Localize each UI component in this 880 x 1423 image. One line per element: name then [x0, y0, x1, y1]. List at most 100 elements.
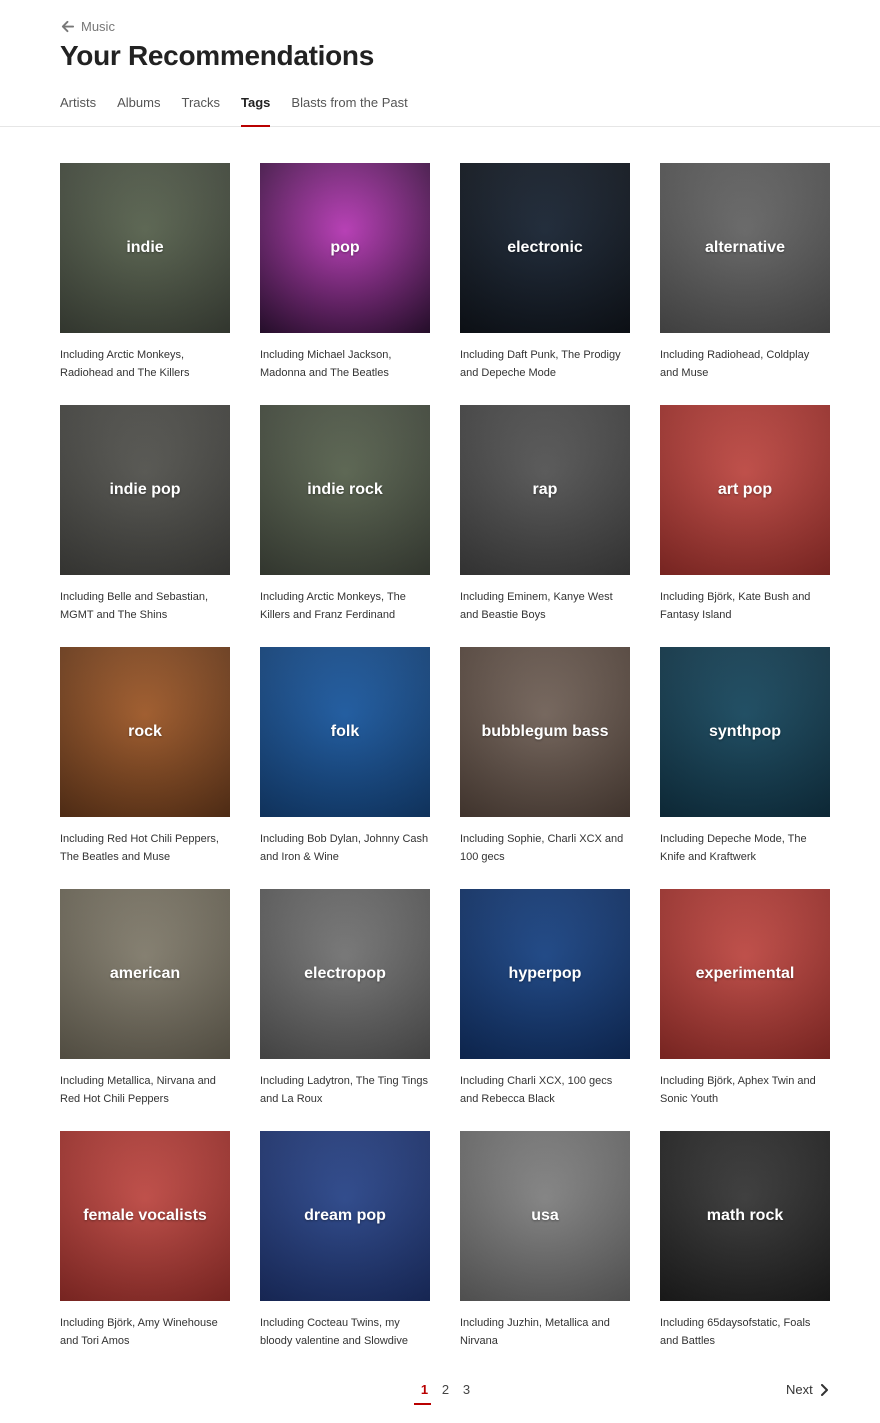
- tag-name[interactable]: synthpop: [703, 723, 787, 741]
- tag-card[interactable]: experimental Including Björk, Aphex Twin …: [660, 889, 830, 1131]
- tag-name[interactable]: experimental: [690, 965, 801, 983]
- tag-image[interactable]: math rock: [660, 1131, 830, 1301]
- tag-name[interactable]: dream pop: [298, 1207, 392, 1225]
- tag-name[interactable]: math rock: [701, 1207, 789, 1225]
- tab-albums[interactable]: Albums: [117, 94, 160, 127]
- tag-image[interactable]: hyperpop: [460, 889, 630, 1059]
- tag-card[interactable]: bubblegum bass Including Sophie, Charli X…: [460, 647, 630, 889]
- tag-description: Including Red Hot Chili Peppers, The Bea…: [60, 833, 219, 863]
- page-title: Your Recommendations: [60, 40, 374, 71]
- tag-description: Including Björk, Aphex Twin and Sonic Yo…: [660, 1075, 816, 1105]
- tag-image[interactable]: indie rock: [260, 405, 430, 575]
- tag-name[interactable]: bubblegum bass: [475, 723, 614, 741]
- page-2-link[interactable]: 2: [435, 1380, 456, 1405]
- tag-description: Including 65daysofstatic, Foals and Batt…: [660, 1317, 811, 1347]
- tag-image[interactable]: bubblegum bass: [460, 647, 630, 817]
- back-link[interactable]: Music: [60, 19, 115, 34]
- tag-description: Including Radiohead, Coldplay and Muse: [660, 349, 810, 379]
- tag-name[interactable]: american: [104, 965, 186, 983]
- tag-name[interactable]: pop: [324, 239, 365, 257]
- tag-image[interactable]: rock: [60, 647, 230, 817]
- tag-card[interactable]: folk Including Bob Dylan, Johnny Cash and…: [260, 647, 430, 889]
- page-3-link[interactable]: 3: [456, 1380, 477, 1405]
- tag-name[interactable]: alternative: [699, 239, 791, 257]
- page-numbers: 123: [414, 1380, 477, 1405]
- tag-description: Including Björk, Kate Bush and Fantasy I…: [660, 591, 811, 621]
- tag-description: Including Björk, Amy Winehouse and Tori …: [60, 1317, 218, 1347]
- tag-image[interactable]: electropop: [260, 889, 430, 1059]
- tag-card[interactable]: usa Including Juzhin, Metallica and Nirva…: [460, 1131, 630, 1373]
- tag-card[interactable]: math rock Including 65daysofstatic, Foals…: [660, 1131, 830, 1373]
- tag-image[interactable]: alternative: [660, 163, 830, 333]
- tag-card[interactable]: art pop Including Björk, Kate Bush and Fa…: [660, 405, 830, 647]
- tag-description: Including Sophie, Charli XCX and 100 gec…: [460, 833, 624, 863]
- tag-description: Including Bob Dylan, Johnny Cash and Iro…: [260, 833, 429, 863]
- tag-description: Including Ladytron, The Ting Tings and L…: [260, 1075, 428, 1105]
- tag-card[interactable]: indie pop Including Belle and Sebastian, …: [60, 405, 230, 647]
- tag-image[interactable]: indie: [60, 163, 230, 333]
- tab-tracks[interactable]: Tracks: [181, 94, 220, 127]
- page-1-link[interactable]: 1: [414, 1380, 435, 1405]
- tag-name[interactable]: hyperpop: [503, 965, 588, 983]
- tag-card[interactable]: rap Including Eminem, Kanye West and Beas…: [460, 405, 630, 647]
- tab-bar: Artists Albums Tracks Tags Blasts from the P…: [60, 94, 429, 127]
- tag-card[interactable]: dream pop Including Cocteau Twins, my blo…: [260, 1131, 430, 1373]
- tag-image[interactable]: experimental: [660, 889, 830, 1059]
- tab-tags[interactable]: Tags: [241, 94, 271, 127]
- tag-card[interactable]: pop Including Michael Jackson, Madonna an…: [260, 163, 430, 405]
- tag-image[interactable]: pop: [260, 163, 430, 333]
- tag-card[interactable]: female vocalists Including Björk, Amy Win…: [60, 1131, 230, 1373]
- tag-name[interactable]: indie: [120, 239, 169, 257]
- tag-name[interactable]: indie pop: [103, 481, 186, 499]
- tag-name[interactable]: rock: [122, 723, 168, 741]
- tag-description: Including Juzhin, Metallica and Nirvana: [460, 1317, 610, 1347]
- tag-image[interactable]: dream pop: [260, 1131, 430, 1301]
- tag-image[interactable]: american: [60, 889, 230, 1059]
- tag-image[interactable]: rap: [460, 405, 630, 575]
- tag-image[interactable]: art pop: [660, 405, 830, 575]
- tag-image[interactable]: indie pop: [60, 405, 230, 575]
- tag-card[interactable]: rock Including Red Hot Chili Peppers, The…: [60, 647, 230, 889]
- tag-description: Including Charli XCX, 100 gecs and Rebec…: [460, 1075, 613, 1105]
- tag-card[interactable]: hyperpop Including Charli XCX, 100 gecs a…: [460, 889, 630, 1131]
- tag-card[interactable]: alternative Including Radiohead, Coldplay…: [660, 163, 830, 405]
- tab-artists[interactable]: Artists: [60, 94, 96, 127]
- tag-name[interactable]: folk: [325, 723, 365, 741]
- tag-description: Including Arctic Monkeys, Radiohead and …: [60, 349, 190, 379]
- next-page-label: Next: [786, 1382, 813, 1397]
- tag-name[interactable]: art pop: [712, 481, 778, 499]
- tag-description: Including Belle and Sebastian, MGMT and …: [60, 591, 208, 621]
- tag-card[interactable]: electronic Including Daft Punk, The Prodi…: [460, 163, 630, 405]
- tag-name[interactable]: electronic: [501, 239, 589, 257]
- tag-name[interactable]: female vocalists: [77, 1207, 213, 1225]
- tag-description: Including Michael Jackson, Madonna and T…: [260, 349, 392, 379]
- arrow-left-icon: [61, 20, 75, 33]
- tag-card[interactable]: indie Including Arctic Monkeys, Radiohead…: [60, 163, 230, 405]
- tag-name[interactable]: electropop: [298, 965, 392, 983]
- tag-card[interactable]: indie rock Including Arctic Monkeys, The …: [260, 405, 430, 647]
- back-link-label: Music: [81, 19, 115, 34]
- tag-name[interactable]: rap: [527, 481, 564, 499]
- tag-description: Including Metallica, Nirvana and Red Hot…: [60, 1075, 216, 1105]
- tag-name[interactable]: indie rock: [301, 481, 389, 499]
- tag-card[interactable]: synthpop Including Depeche Mode, The Knif…: [660, 647, 830, 889]
- tag-image[interactable]: female vocalists: [60, 1131, 230, 1301]
- tag-name[interactable]: usa: [525, 1207, 565, 1225]
- next-page-button[interactable]: Next: [786, 1382, 829, 1397]
- tag-image[interactable]: electronic: [460, 163, 630, 333]
- chevron-right-icon: [820, 1383, 828, 1396]
- tag-grid: indie Including Arctic Monkeys, Radiohead…: [60, 163, 830, 1373]
- tag-image[interactable]: synthpop: [660, 647, 830, 817]
- tag-description: Including Daft Punk, The Prodigy and Dep…: [460, 349, 621, 379]
- tag-card[interactable]: electropop Including Ladytron, The Ting T…: [260, 889, 430, 1131]
- tag-description: Including Depeche Mode, The Knife and Kr…: [660, 833, 807, 863]
- tag-description: Including Cocteau Twins, my bloody valen…: [260, 1317, 408, 1347]
- tag-image[interactable]: folk: [260, 647, 430, 817]
- tag-description: Including Eminem, Kanye West and Beastie…: [460, 591, 613, 621]
- tag-card[interactable]: american Including Metallica, Nirvana and…: [60, 889, 230, 1131]
- tag-description: Including Arctic Monkeys, The Killers an…: [260, 591, 406, 621]
- pagination: 123 Next: [0, 1380, 880, 1410]
- page-header: Music Your Recommendations Artists Albums…: [0, 0, 880, 127]
- tag-image[interactable]: usa: [460, 1131, 630, 1301]
- tab-blasts-from-the-past[interactable]: Blasts from the Past: [291, 94, 407, 127]
